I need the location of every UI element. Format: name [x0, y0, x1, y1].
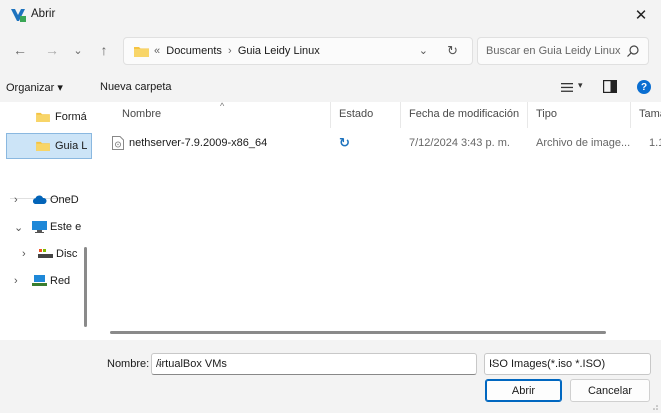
sidebar-item-este-equipo[interactable]: ⌄ Este e [14, 216, 81, 238]
chevron-down-icon[interactable]: ⌄ [489, 358, 644, 369]
network-icon [32, 275, 47, 286]
column-divider[interactable] [330, 102, 331, 128]
folder-icon [36, 141, 50, 151]
drive-icon [38, 249, 53, 258]
cancel-button[interactable]: Cancelar [570, 379, 650, 402]
column-divider[interactable] [527, 102, 528, 128]
file-name-input[interactable]: /irtualBox VMs ⌄ [151, 353, 477, 375]
sidebar-item-formatos[interactable]: Formá [36, 106, 87, 128]
expand-chevron-icon[interactable]: › [14, 194, 32, 206]
window-title: Abrir [31, 8, 56, 20]
sidebar-item-label: OneD [50, 194, 79, 206]
file-modified-date: 7/12/2024 3:43 p. m. [409, 137, 510, 149]
expand-chevron-icon[interactable]: › [14, 275, 32, 287]
sync-icon: ↻ [339, 135, 350, 150]
forward-button[interactable]: → [42, 40, 62, 60]
cloud-icon [32, 195, 47, 204]
open-button[interactable]: Abrir [485, 379, 562, 402]
dialog-footer: Nombre: /irtualBox VMs ⌄ ISO Images(*.is… [0, 340, 661, 413]
file-size: 1.18 [649, 137, 661, 149]
column-divider[interactable] [400, 102, 401, 128]
close-button[interactable]: ✕ [621, 0, 661, 30]
column-divider[interactable] [630, 102, 631, 128]
folder-icon [36, 112, 50, 122]
search-placeholder: Buscar en Guia Leidy Linux [486, 45, 621, 57]
breadcrumb-documents[interactable]: Documents [166, 45, 222, 57]
column-header-modified[interactable]: Fecha de modificación [409, 108, 519, 120]
view-options-icon[interactable] [561, 83, 573, 92]
preview-pane-icon[interactable] [603, 80, 617, 93]
app-icon [11, 9, 26, 22]
title-bar: Abrir ✕ [0, 0, 661, 30]
sidebar-item-red[interactable]: › Red [14, 270, 70, 292]
column-header-size[interactable]: Tama [639, 108, 661, 120]
sidebar-item-label: Formá [55, 111, 87, 123]
new-folder-button[interactable]: Nueva carpeta [100, 81, 172, 93]
breadcrumb: « Documents › Guia Leidy Linux [154, 45, 320, 57]
resize-grip-icon[interactable] [650, 402, 658, 410]
navigation-pane: Formá Guia L › OneD ⌄ Este e › Disc › Re… [0, 102, 92, 340]
sidebar-scrollbar[interactable] [84, 247, 87, 327]
pc-icon [32, 221, 47, 233]
organize-menu-button[interactable]: Organizar ▾ [6, 81, 63, 94]
recent-locations-button[interactable]: ⌄ [68, 40, 88, 60]
expand-chevron-icon[interactable]: › [22, 248, 38, 260]
collapse-chevron-icon[interactable]: ⌄ [14, 221, 32, 234]
refresh-button[interactable]: ↻ [447, 43, 458, 59]
sidebar-item-label: Guia L [55, 140, 88, 152]
search-icon[interactable] [626, 44, 640, 58]
file-name-label: Nombre: [107, 358, 150, 370]
sidebar-item-guia-leidy[interactable]: Guia L [6, 133, 92, 159]
sidebar-item-onedrive[interactable]: › OneD [14, 189, 79, 211]
file-type: Archivo de image... [536, 137, 631, 149]
breadcrumb-guia-leidy-linux[interactable]: Guia Leidy Linux [238, 45, 320, 57]
address-bar[interactable]: « Documents › Guia Leidy Linux ⌄ ↻ [123, 37, 473, 65]
command-bar: Organizar ▾ Nueva carpeta ▾ ? [0, 72, 661, 102]
up-button[interactable]: ↑ [94, 40, 114, 60]
file-name: nethserver-7.9.2009-x86_64 [129, 137, 268, 149]
sidebar-item-label: Este e [50, 221, 82, 233]
breadcrumb-separator[interactable]: › [228, 45, 232, 57]
sort-indicator-icon: ^ [220, 102, 225, 111]
view-dropdown-button[interactable]: ▾ [578, 80, 583, 91]
horizontal-scrollbar[interactable] [110, 331, 606, 334]
disc-image-file-icon [112, 136, 124, 150]
file-list: ^ Nombre Estado Fecha de modificación Ti… [92, 102, 661, 340]
sidebar-item-label: Red [50, 275, 71, 287]
navigation-bar: ← → ⌄ ↑ « Documents › Guia Leidy Linux ⌄… [0, 30, 661, 72]
column-header-type[interactable]: Tipo [536, 108, 557, 120]
sidebar-item-label: Disc [56, 248, 78, 260]
search-box[interactable]: Buscar en Guia Leidy Linux [477, 37, 649, 65]
file-type-select[interactable]: ISO Images(*.iso *.ISO) ⌄ [484, 353, 651, 375]
address-dropdown-button[interactable]: ⌄ [419, 44, 428, 57]
column-header-status[interactable]: Estado [339, 108, 373, 120]
column-header-name[interactable]: Nombre [122, 108, 161, 120]
file-row[interactable]: nethserver-7.9.2009-x86_64 ↻ 7/12/2024 3… [92, 130, 661, 156]
file-name-dropdown-icon[interactable]: ⌄ [156, 358, 470, 369]
folder-icon [134, 47, 149, 57]
sidebar-item-disco-local[interactable]: › Disc [22, 243, 77, 265]
back-button[interactable]: ← [10, 40, 30, 60]
help-icon[interactable]: ? [637, 80, 651, 94]
breadcrumb-overflow[interactable]: « [154, 45, 160, 57]
